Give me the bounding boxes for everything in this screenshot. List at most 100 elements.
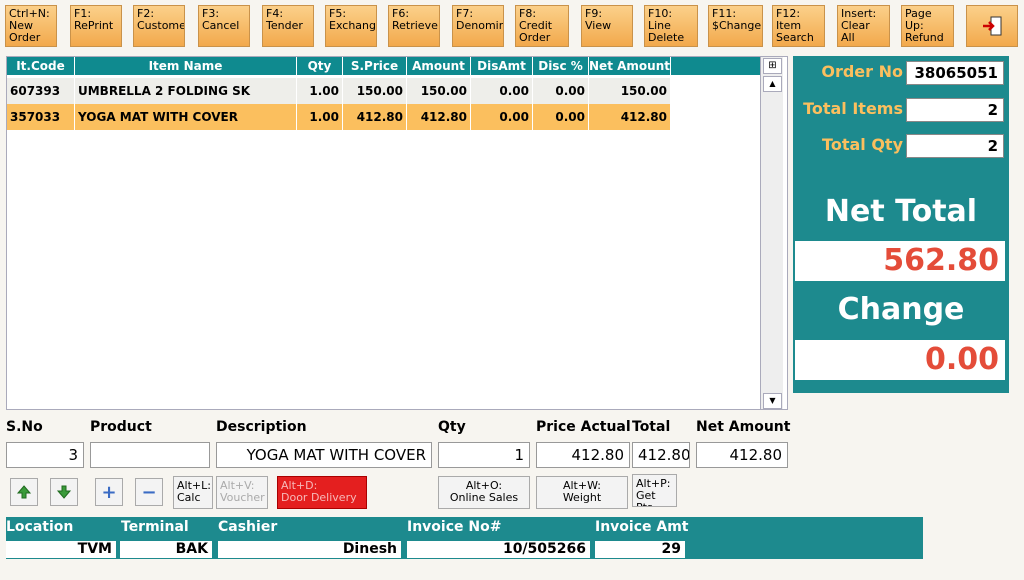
minus-icon: − (141, 481, 157, 503)
product-input[interactable] (90, 442, 210, 468)
cell-disc: 0.00 (533, 78, 589, 104)
column-chooser-icon[interactable]: ⊞ (763, 58, 782, 74)
column-header-qty[interactable]: Qty (297, 57, 343, 75)
cashier-label: Cashier (218, 519, 278, 535)
decrement-button[interactable]: − (135, 478, 163, 506)
exit-button[interactable] (966, 5, 1018, 47)
scroll-down-icon[interactable]: ▼ (763, 393, 782, 409)
cell-net-amount: 150.00 (589, 78, 671, 104)
table-row[interactable]: 607393 UMBRELLA 2 FOLDING SK 1.00 150.00… (7, 78, 671, 104)
order-summary-panel: Order No 38065051 Total Items 2 Total Qt… (793, 56, 1009, 393)
table-row-selected[interactable]: 357033 YOGA MAT WITH COVER 1.00 412.80 4… (7, 104, 671, 130)
order-no-value: 38065051 (906, 61, 1004, 85)
scroll-up-icon[interactable]: ▲ (763, 76, 782, 92)
terminal-value: BAK (120, 541, 212, 558)
weight-button[interactable]: Alt+W: Weight (536, 476, 628, 509)
move-down-button[interactable] (50, 478, 78, 506)
total-label: Total (632, 419, 671, 435)
cell-disc: 0.00 (533, 104, 589, 130)
view-button[interactable]: F9: View (581, 5, 633, 47)
refund-button[interactable]: Page Up: Refund (901, 5, 954, 47)
cell-disamt: 0.00 (471, 78, 533, 104)
denomination-button[interactable]: F7: Denomin (452, 5, 504, 47)
cell-qty: 1.00 (297, 78, 343, 104)
cell-amount: 150.00 (407, 78, 471, 104)
function-key-toolbar: Ctrl+N: New Order F1: RePrint F2: Custom… (0, 0, 1024, 52)
total-field[interactable]: 412.80 (632, 442, 690, 468)
cell-item-name: UMBRELLA 2 FOLDING SK (75, 78, 297, 104)
total-items-value: 2 (906, 98, 1004, 122)
grid-scrollbar[interactable]: ⊞ ▲ ▼ (760, 57, 783, 409)
column-header-disc[interactable]: Disc % (533, 57, 589, 75)
qty-label: Qty (438, 419, 466, 435)
arrow-up-icon (16, 485, 32, 499)
door-delivery-button[interactable]: Alt+D: Door Delivery (277, 476, 367, 509)
location-value: TVM (6, 541, 116, 558)
cell-price: 412.80 (343, 104, 407, 130)
line-delete-button[interactable]: F10: Line Delete (644, 5, 698, 47)
reprint-button[interactable]: F1: RePrint (70, 5, 122, 47)
total-qty-value: 2 (906, 134, 1004, 158)
online-sales-button[interactable]: Alt+O: Online Sales (438, 476, 530, 509)
price-actual-label: Price Actual (536, 419, 631, 435)
status-bar: Location Terminal Cashier Invoice No# In… (6, 517, 923, 559)
net-total-label: Net Total (824, 194, 978, 229)
cell-code: 607393 (7, 78, 75, 104)
cell-disamt: 0.00 (471, 104, 533, 130)
exit-door-icon (983, 16, 1002, 36)
cashier-value: Dinesh (218, 541, 401, 558)
column-header-amount[interactable]: Amount (407, 57, 471, 75)
column-header-net-amount[interactable]: Net Amount (589, 57, 671, 75)
sno-field[interactable]: 3 (6, 442, 84, 468)
move-up-button[interactable] (10, 478, 38, 506)
voucher-button[interactable]: Alt+V: Voucher (216, 476, 268, 509)
location-label: Location (6, 519, 74, 535)
cell-net-amount: 412.80 (589, 104, 671, 130)
column-header-disamt[interactable]: DisAmt (471, 57, 533, 75)
total-items-label: Total Items (803, 99, 903, 118)
grid-header: It.Code Item Name Qty S.Price Amount Dis… (7, 57, 760, 75)
exchange-button[interactable]: F5: Exchang (325, 5, 377, 47)
invoice-amt-value: 29 (595, 541, 685, 558)
clear-all-button[interactable]: Insert: Clear All (837, 5, 890, 47)
change-value: 0.00 (795, 340, 1005, 380)
price-actual-field[interactable]: 412.80 (536, 442, 630, 468)
description-field[interactable]: YOGA MAT WITH COVER (216, 442, 432, 468)
arrow-down-icon (56, 485, 72, 499)
invoice-no-value: 10/505266 (407, 541, 590, 558)
sno-label: S.No (6, 419, 43, 435)
change-button[interactable]: F11: $Change (708, 5, 763, 47)
column-header-code[interactable]: It.Code (7, 57, 75, 75)
cell-item-name: YOGA MAT WITH COVER (75, 104, 297, 130)
cell-code: 357033 (7, 104, 75, 130)
qty-input[interactable]: 1 (438, 442, 530, 468)
calc-button[interactable]: Alt+L: Calc (173, 476, 213, 509)
change-label: Change (837, 292, 965, 327)
tender-button[interactable]: F4: Tender (262, 5, 314, 47)
increment-button[interactable]: + (95, 478, 123, 506)
cell-qty: 1.00 (297, 104, 343, 130)
cell-amount: 412.80 (407, 104, 471, 130)
column-header-item-name[interactable]: Item Name (75, 57, 297, 75)
item-grid[interactable]: It.Code Item Name Qty S.Price Amount Dis… (6, 56, 788, 410)
order-no-label: Order No (821, 62, 903, 81)
net-amount-field[interactable]: 412.80 (696, 442, 788, 468)
net-amount-label: Net Amount (696, 419, 791, 435)
product-label: Product (90, 419, 152, 435)
net-total-value: 562.80 (795, 241, 1005, 281)
retrieve-button[interactable]: F6: Retrieve (388, 5, 440, 47)
invoice-amt-label: Invoice Amt (595, 519, 689, 535)
customer-button[interactable]: F2: Custome (133, 5, 185, 47)
cancel-button[interactable]: F3: Cancel (198, 5, 250, 47)
total-qty-label: Total Qty (822, 135, 903, 154)
terminal-label: Terminal (121, 519, 189, 535)
credit-order-button[interactable]: F8: Credit Order (515, 5, 569, 47)
plus-icon: + (101, 481, 117, 503)
item-search-button[interactable]: F12: Item Search (772, 5, 825, 47)
new-order-button[interactable]: Ctrl+N: New Order (5, 5, 57, 47)
get-points-button[interactable]: Alt+P: Get Pts (632, 474, 677, 507)
description-label: Description (216, 419, 307, 435)
cell-price: 150.00 (343, 78, 407, 104)
column-header-price[interactable]: S.Price (343, 57, 407, 75)
invoice-no-label: Invoice No# (407, 519, 502, 535)
